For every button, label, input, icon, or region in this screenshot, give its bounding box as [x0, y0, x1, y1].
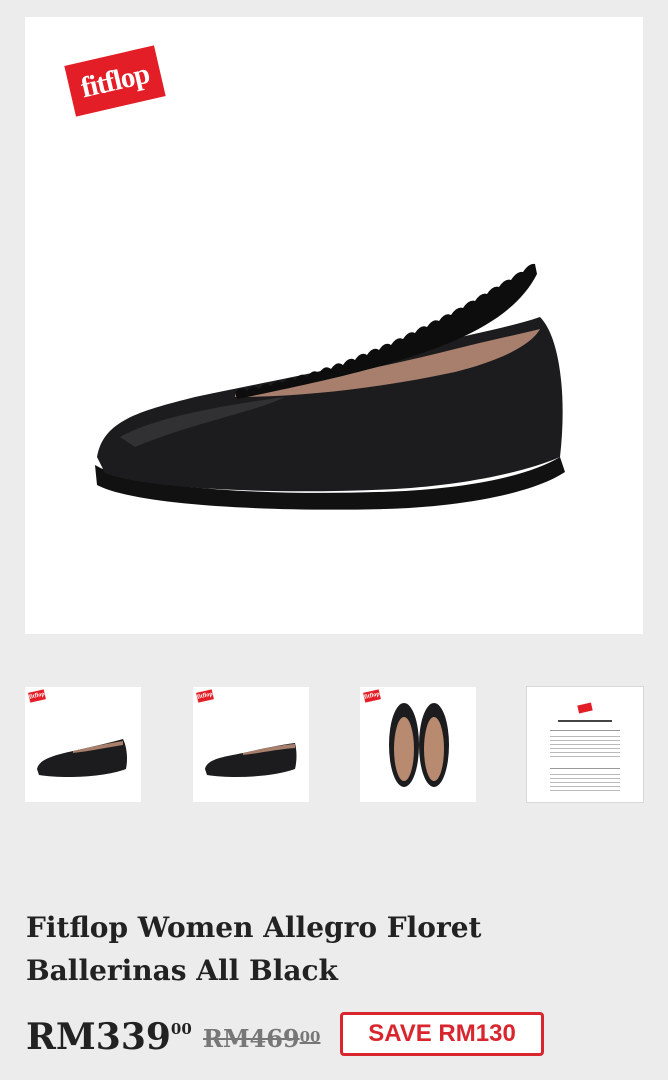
save-badge: SAVE RM130 — [340, 1012, 544, 1056]
original-price: RM46900 — [203, 1024, 320, 1053]
original-price-cents: 00 — [299, 1028, 321, 1046]
current-price-main: RM339 — [26, 1016, 171, 1058]
current-price: RM33900 — [26, 1016, 192, 1058]
original-price-main: RM469 — [203, 1024, 300, 1053]
ballerina-shoe-image — [95, 263, 565, 510]
thumbnail-3[interactable]: fitflop — [360, 687, 476, 802]
thumbnail-4-size-chart[interactable] — [526, 686, 644, 803]
current-price-cents: 00 — [170, 1020, 192, 1038]
product-title: Fitflop Women Allegro Floret Ballerinas … — [26, 911, 482, 987]
shoe-pair-thumbnail-icon — [389, 703, 449, 787]
main-product-image[interactable]: fitflop — [25, 17, 643, 634]
thumbnail-2[interactable]: fitflop — [193, 687, 309, 802]
size-chart-thumbnail-icon — [550, 702, 620, 791]
shoe-thumbnail-icon — [37, 739, 127, 777]
price-row: RM33900 RM46900 SAVE RM130 — [26, 1012, 646, 1062]
thumbnail-1[interactable]: fitflop — [25, 687, 141, 802]
shoe-thumbnail-icon — [205, 743, 297, 777]
